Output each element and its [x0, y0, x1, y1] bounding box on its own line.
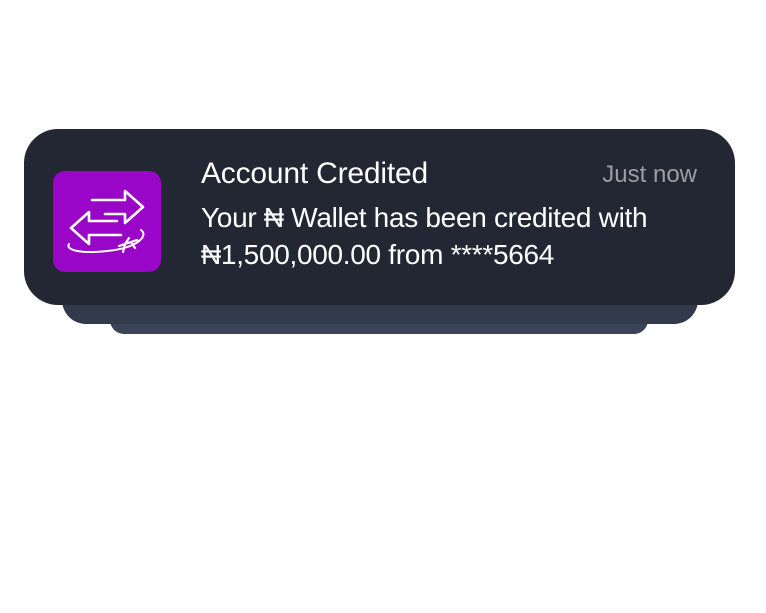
- exchange-arrows-plane-icon: [53, 171, 161, 272]
- notification-title: Account Credited: [201, 157, 428, 190]
- notification-message: Your ₦ Wallet has been credited with ₦1,…: [201, 202, 648, 270]
- notification-stage: Account Credited Just now Your ₦ Wallet …: [0, 0, 766, 613]
- notification-timestamp: Just now: [602, 161, 697, 188]
- notification-card[interactable]: Account Credited Just now Your ₦ Wallet …: [24, 129, 735, 305]
